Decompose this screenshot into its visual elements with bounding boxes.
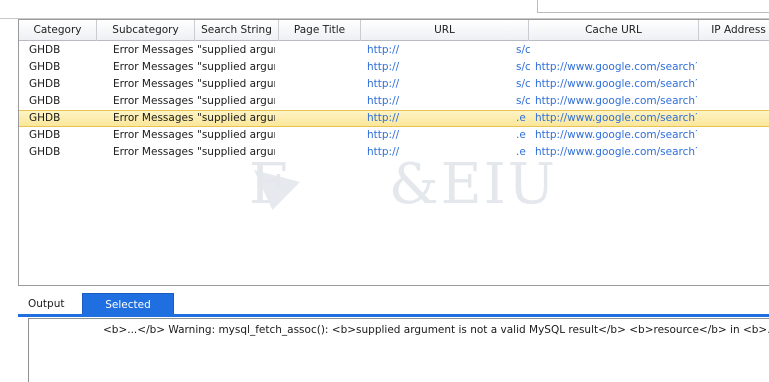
cell-url-tail: .e — [516, 146, 526, 158]
cell-search-string: "supplied argun — [197, 61, 275, 73]
cell-category: GHDB — [29, 95, 61, 107]
column-header-page-title[interactable]: Page Title — [279, 20, 361, 41]
cell-subcategory: Error Messages — [113, 146, 194, 158]
cell-subcategory: Error Messages — [113, 61, 194, 73]
cell-category: GHDB — [29, 61, 61, 73]
watermark-logo — [254, 170, 300, 210]
table-row[interactable]: GHDB Error Messages "supplied argun http://… — [19, 42, 769, 59]
cell-search-string: "supplied argun — [197, 78, 275, 90]
cell-cache-url: http://www.google.com/search?c — [535, 61, 697, 73]
column-header-url[interactable]: URL — [361, 20, 529, 41]
selected-result-text: <b>...</b> Warning: mysql_fetch_assoc():… — [103, 324, 769, 336]
cell-url: http:// — [367, 112, 400, 124]
cell-url-tail: s/c — [516, 95, 530, 107]
tab-underline — [18, 314, 769, 317]
cell-url-tail: .e — [516, 112, 526, 124]
table-row[interactable]: GHDB Error Messages "supplied argun http://… — [19, 127, 769, 144]
cell-url: http:// — [367, 129, 400, 141]
column-header-category[interactable]: Category — [19, 20, 97, 41]
table-row[interactable]: GHDB Error Messages "supplied argun http://… — [19, 110, 769, 127]
cell-url: http:// — [367, 78, 400, 90]
cell-search-string: "supplied argun — [197, 95, 275, 107]
cell-url-tail: s/c — [516, 44, 530, 56]
cell-category: GHDB — [29, 78, 61, 90]
cell-category: GHDB — [29, 44, 61, 56]
cell-cache-url: http://www.google.com/search?c — [535, 78, 697, 90]
cell-search-string: "supplied argun — [197, 146, 275, 158]
cell-url: http:// — [367, 44, 400, 56]
column-header-cache-url[interactable]: Cache URL — [529, 20, 699, 41]
cell-cache-url: http://www.google.com/search?c — [535, 146, 697, 158]
cell-search-string: "supplied argun — [197, 44, 275, 56]
cell-url-tail: .e — [516, 129, 526, 141]
column-header-ip-address[interactable]: IP Address — [699, 20, 769, 41]
cell-subcategory: Error Messages — [113, 129, 194, 141]
cell-subcategory: Error Messages — [113, 112, 194, 124]
cell-category: GHDB — [29, 146, 61, 158]
cell-url: http:// — [367, 146, 400, 158]
tab-selected-result[interactable]: Selected Result — [82, 293, 174, 333]
cell-url-tail: s/c — [516, 61, 530, 73]
cell-category: GHDB — [29, 112, 61, 124]
cell-search-string: "supplied argun — [197, 129, 275, 141]
top-toolbar-strip — [0, 0, 769, 19]
table-row[interactable]: GHDB Error Messages "supplied argun http://… — [19, 93, 769, 110]
cell-cache-url: http://www.google.com/search?c — [535, 95, 697, 107]
cell-url-tail: s/c — [516, 78, 530, 90]
cell-search-string: "supplied argun — [197, 112, 275, 124]
cell-cache-url: http://www.google.com/search?c — [535, 112, 697, 124]
table-header: Category Subcategory Search String Page … — [19, 20, 769, 41]
column-header-subcategory[interactable]: Subcategory — [97, 20, 195, 41]
table-row[interactable]: GHDB Error Messages "supplied argun http://… — [19, 144, 769, 161]
table-row[interactable]: GHDB Error Messages "supplied argun http://… — [19, 59, 769, 76]
table-row[interactable]: GHDB Error Messages "supplied argun http://… — [19, 76, 769, 93]
cell-subcategory: Error Messages — [113, 95, 194, 107]
selected-result-panel[interactable]: <b>...</b> Warning: mysql_fetch_assoc():… — [28, 318, 769, 382]
cell-cache-url: http://www.google.com/search?c — [535, 129, 697, 141]
column-header-search-string[interactable]: Search String — [195, 20, 279, 41]
tab-output[interactable]: Output — [18, 293, 80, 315]
cell-url: http:// — [367, 95, 400, 107]
cell-url: http:// — [367, 61, 400, 73]
search-input[interactable] — [537, 0, 769, 13]
cell-subcategory: Error Messages — [113, 44, 194, 56]
cell-category: GHDB — [29, 129, 61, 141]
cell-subcategory: Error Messages — [113, 78, 194, 90]
results-table: Category Subcategory Search String Page … — [18, 19, 769, 286]
